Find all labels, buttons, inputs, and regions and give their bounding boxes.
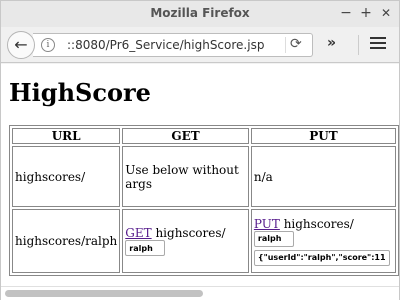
header-get: GET xyxy=(122,128,249,144)
back-button[interactable]: ← xyxy=(7,31,35,59)
cell-put: n/a xyxy=(250,146,396,207)
page-heading: HighScore xyxy=(9,78,151,107)
page-content: HighScore URL GET PUT highscores/ Use be… xyxy=(1,64,399,286)
cell-url: highscores/ xyxy=(12,146,121,207)
cell-get-form: GET highscores/ xyxy=(122,209,249,273)
put-json-input[interactable] xyxy=(253,249,390,266)
put-user-input[interactable] xyxy=(253,230,294,247)
info-icon[interactable]: i xyxy=(41,38,55,52)
scrollbar-thumb[interactable] xyxy=(5,290,203,297)
get-path-label: highscores/ xyxy=(155,226,226,240)
urlbar-divider xyxy=(285,37,286,53)
table-row: highscores/ralph GET highscores/ PUT hig… xyxy=(12,209,396,273)
close-button[interactable]: ✕ xyxy=(377,4,395,22)
get-user-input[interactable] xyxy=(125,240,166,256)
minimize-button[interactable]: − xyxy=(337,4,355,22)
browser-window: Mozilla Firefox − + ✕ i ::8080/Pr6_Servi… xyxy=(0,0,400,300)
api-table: URL GET PUT highscores/ Use below withou… xyxy=(9,125,399,276)
title-bar: Mozilla Firefox − + ✕ xyxy=(1,1,399,27)
url-bar[interactable]: i ::8080/Pr6_Service/highScore.jsp ⟳ xyxy=(33,33,313,57)
url-text[interactable]: ::8080/Pr6_Service/highScore.jsp xyxy=(67,38,264,52)
get-link[interactable]: GET xyxy=(125,226,151,240)
table-row: highscores/ Use below without args n/a xyxy=(12,146,396,207)
table-header-row: URL GET PUT xyxy=(12,128,396,144)
reload-icon[interactable]: ⟳ xyxy=(290,36,302,52)
toolbar-divider xyxy=(358,35,359,55)
cell-get: Use below without args xyxy=(122,146,249,207)
back-arrow-icon: ← xyxy=(14,35,28,54)
put-path-label: highscores/ xyxy=(283,216,354,231)
navigation-toolbar: i ::8080/Pr6_Service/highScore.jsp ⟳ ← » xyxy=(1,27,399,63)
header-url: URL xyxy=(12,128,121,144)
overflow-chevron-icon[interactable]: » xyxy=(327,35,336,51)
cell-url: highscores/ralph xyxy=(12,209,121,273)
horizontal-scrollbar[interactable] xyxy=(1,286,399,300)
put-link[interactable]: PUT xyxy=(254,217,280,231)
cell-put-form: PUT highscores/ xyxy=(250,209,396,273)
header-put: PUT xyxy=(250,128,396,144)
maximize-button[interactable]: + xyxy=(357,4,375,22)
hamburger-menu-icon[interactable] xyxy=(370,37,386,51)
